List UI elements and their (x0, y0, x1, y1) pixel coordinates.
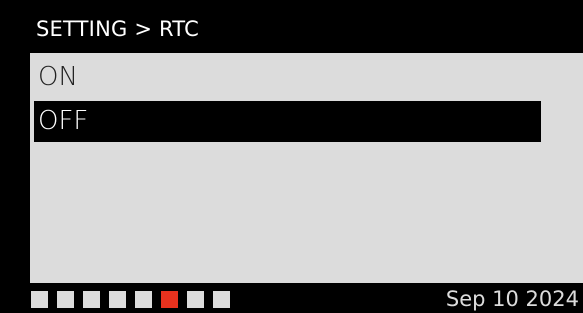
page-indicator (83, 291, 100, 308)
page-indicator (31, 291, 48, 308)
status-bar: Sep 10 2024 (26, 283, 583, 313)
page-indicator-active (161, 291, 178, 308)
menu-item-on[interactable]: ON (34, 57, 541, 98)
device-screen: SETTING > RTC ON OFF Sep 10 2024 (0, 0, 583, 313)
page-indicator (57, 291, 74, 308)
menu-list: ON OFF (30, 53, 583, 283)
date-label: Sep 10 2024 (445, 287, 579, 311)
page-indicator (213, 291, 230, 308)
page-indicator (135, 291, 152, 308)
page-indicator (187, 291, 204, 308)
menu-item-off[interactable]: OFF (34, 101, 541, 142)
page-indicator (109, 291, 126, 308)
title-bar: SETTING > RTC (26, 0, 583, 53)
breadcrumb: SETTING > RTC (36, 17, 199, 41)
